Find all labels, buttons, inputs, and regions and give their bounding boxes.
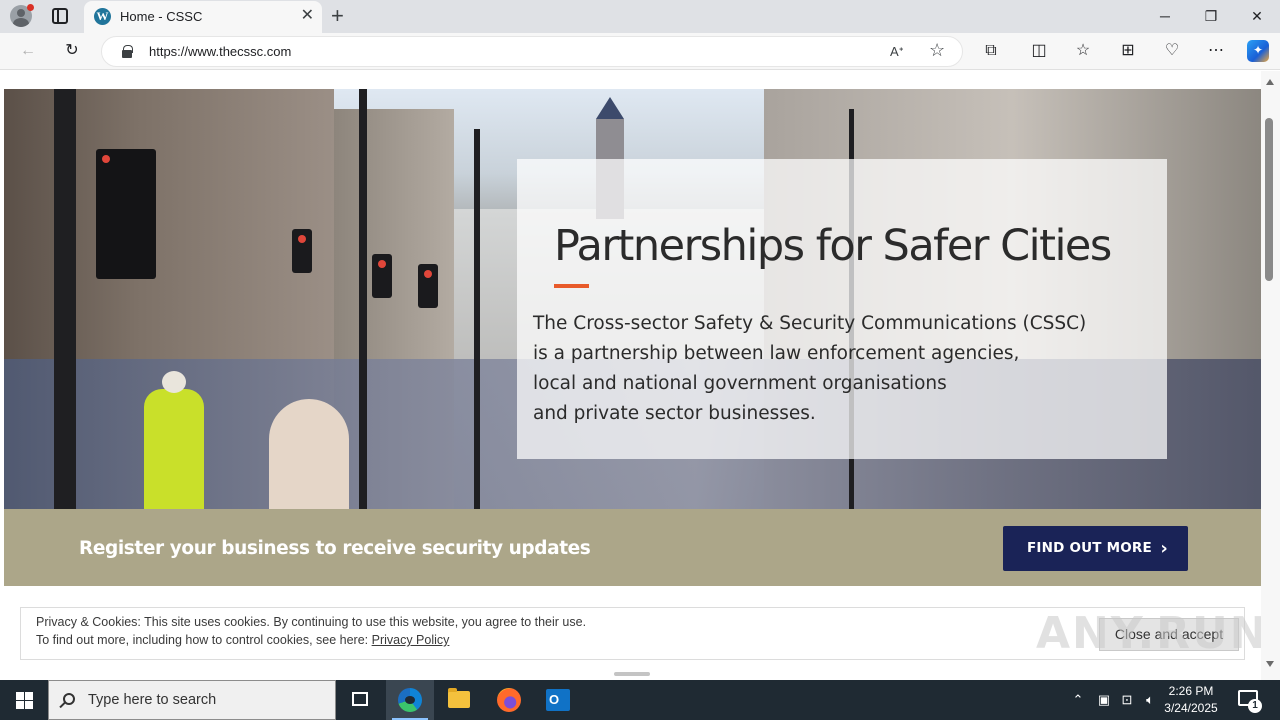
hero-description: The Cross-sector Safety & Security Commu… (533, 309, 1086, 429)
favorites-icon[interactable]: ☆ (1073, 41, 1093, 61)
extensions-icon[interactable]: ⧉ (981, 41, 1001, 61)
taskbar-edge[interactable] (386, 680, 434, 720)
taskbar-file-explorer[interactable] (435, 680, 483, 720)
performance-icon[interactable]: ♡ (1162, 41, 1182, 61)
anyrun-watermark: ANY.RUN (1036, 608, 1269, 659)
minimize-button[interactable]: ─ (1142, 0, 1188, 33)
new-tab-button[interactable]: + (331, 3, 344, 29)
tab-title: Home - CSSC (120, 9, 203, 24)
outlook-icon: O (546, 689, 570, 711)
find-out-more-button[interactable]: FIND OUT MORE › (1003, 526, 1188, 571)
volume-icon[interactable]: 🔈︎ (1140, 680, 1160, 720)
notification-count-badge: 1 (1248, 699, 1262, 713)
page-scroll-handle[interactable] (614, 672, 650, 676)
hero-card: Partnerships for Safer Cities The Cross-… (517, 159, 1167, 459)
scroll-up-icon[interactable] (1266, 79, 1274, 85)
taskbar-firefox[interactable] (485, 680, 533, 720)
url-text[interactable]: https://www.thecssc.com (149, 44, 291, 59)
tab-bar: W Home - CSSC ✕ + ─ ❐ ✕ (0, 0, 1280, 33)
favorite-star-icon[interactable]: ☆ (929, 40, 945, 61)
profile-alert-dot (27, 4, 34, 11)
task-view-button[interactable] (336, 680, 384, 720)
taskbar-outlook[interactable]: O (534, 680, 582, 720)
chevron-right-icon: › (1160, 538, 1168, 559)
cookie-notice-prefix: To find out more, including how to contr… (36, 633, 372, 647)
privacy-policy-link[interactable]: Privacy Policy (372, 633, 450, 647)
taskbar-search-box[interactable]: Type here to search (48, 680, 336, 720)
hero-accent-rule (554, 284, 589, 288)
scrollbar-thumb[interactable] (1265, 118, 1273, 281)
more-icon[interactable]: ⋯ (1206, 41, 1226, 61)
firefox-icon (497, 688, 521, 712)
hero-description-line: and private sector businesses. (533, 403, 816, 424)
search-icon (63, 693, 75, 705)
find-out-more-label: FIND OUT MORE (1027, 540, 1152, 556)
tab-home-cssc[interactable]: W Home - CSSC ✕ (84, 1, 322, 33)
register-band: Register your business to receive securi… (4, 509, 1261, 586)
tab-actions-icon[interactable] (52, 8, 68, 24)
clock-time: 2:26 PM (1168, 684, 1214, 698)
network-icon[interactable]: ⊡ (1117, 680, 1137, 720)
split-screen-icon[interactable]: ◫ (1029, 41, 1049, 61)
scroll-down-icon[interactable] (1266, 661, 1274, 667)
clock-date: 3/24/2025 (1164, 701, 1218, 715)
close-window-button[interactable]: ✕ (1234, 0, 1280, 33)
refresh-icon[interactable]: ↻ (62, 41, 82, 61)
browser-toolbar: ← ↻ https://www.thecssc.com Aᐩ ☆ ⧉ ◫ ☆ ⊞… (0, 33, 1280, 70)
register-text: Register your business to receive securi… (79, 538, 591, 559)
windows-taskbar: Type here to search O ⌃ ▣ ⊡ 🔈︎ 2:26 PM 3… (0, 680, 1280, 720)
edge-icon (398, 688, 422, 712)
lock-icon[interactable] (122, 45, 133, 58)
restore-button[interactable]: ❐ (1188, 0, 1234, 33)
page-scrollbar[interactable] (1261, 71, 1280, 680)
hero-banner: Partnerships for Safer Cities The Cross-… (4, 89, 1261, 509)
file-explorer-icon (448, 688, 470, 708)
page-viewport: Partnerships for Safer Cities The Cross-… (0, 71, 1261, 680)
task-view-icon (352, 692, 368, 706)
hero-title: Partnerships for Safer Cities (554, 221, 1112, 271)
back-icon[interactable]: ← (18, 41, 38, 61)
hero-description-line: local and national government organisati… (533, 373, 947, 394)
chevron-up-icon[interactable]: ⌃ (1068, 680, 1088, 720)
copilot-icon[interactable]: ✦ (1247, 40, 1269, 62)
wordpress-icon: W (94, 8, 111, 25)
taskbar-clock[interactable]: 2:26 PM 3/24/2025 (1160, 683, 1222, 717)
collections-icon[interactable]: ⊞ (1118, 41, 1138, 61)
hero-description-line: The Cross-sector Safety & Security Commu… (533, 313, 1087, 334)
meet-now-icon[interactable]: ▣ (1094, 680, 1114, 720)
hero-description-line: is a partnership between law enforcement… (533, 343, 1020, 364)
windows-start-icon[interactable] (0, 680, 48, 720)
cookie-notice-line2: To find out more, including how to contr… (36, 633, 449, 647)
close-tab-icon[interactable]: ✕ (301, 7, 314, 25)
cookie-notice-line1: Privacy & Cookies: This site uses cookie… (36, 615, 587, 629)
address-bar[interactable]: https://www.thecssc.com Aᐩ ☆ (101, 36, 963, 67)
read-aloud-icon[interactable]: Aᐩ (890, 44, 904, 60)
search-placeholder: Type here to search (88, 692, 217, 708)
